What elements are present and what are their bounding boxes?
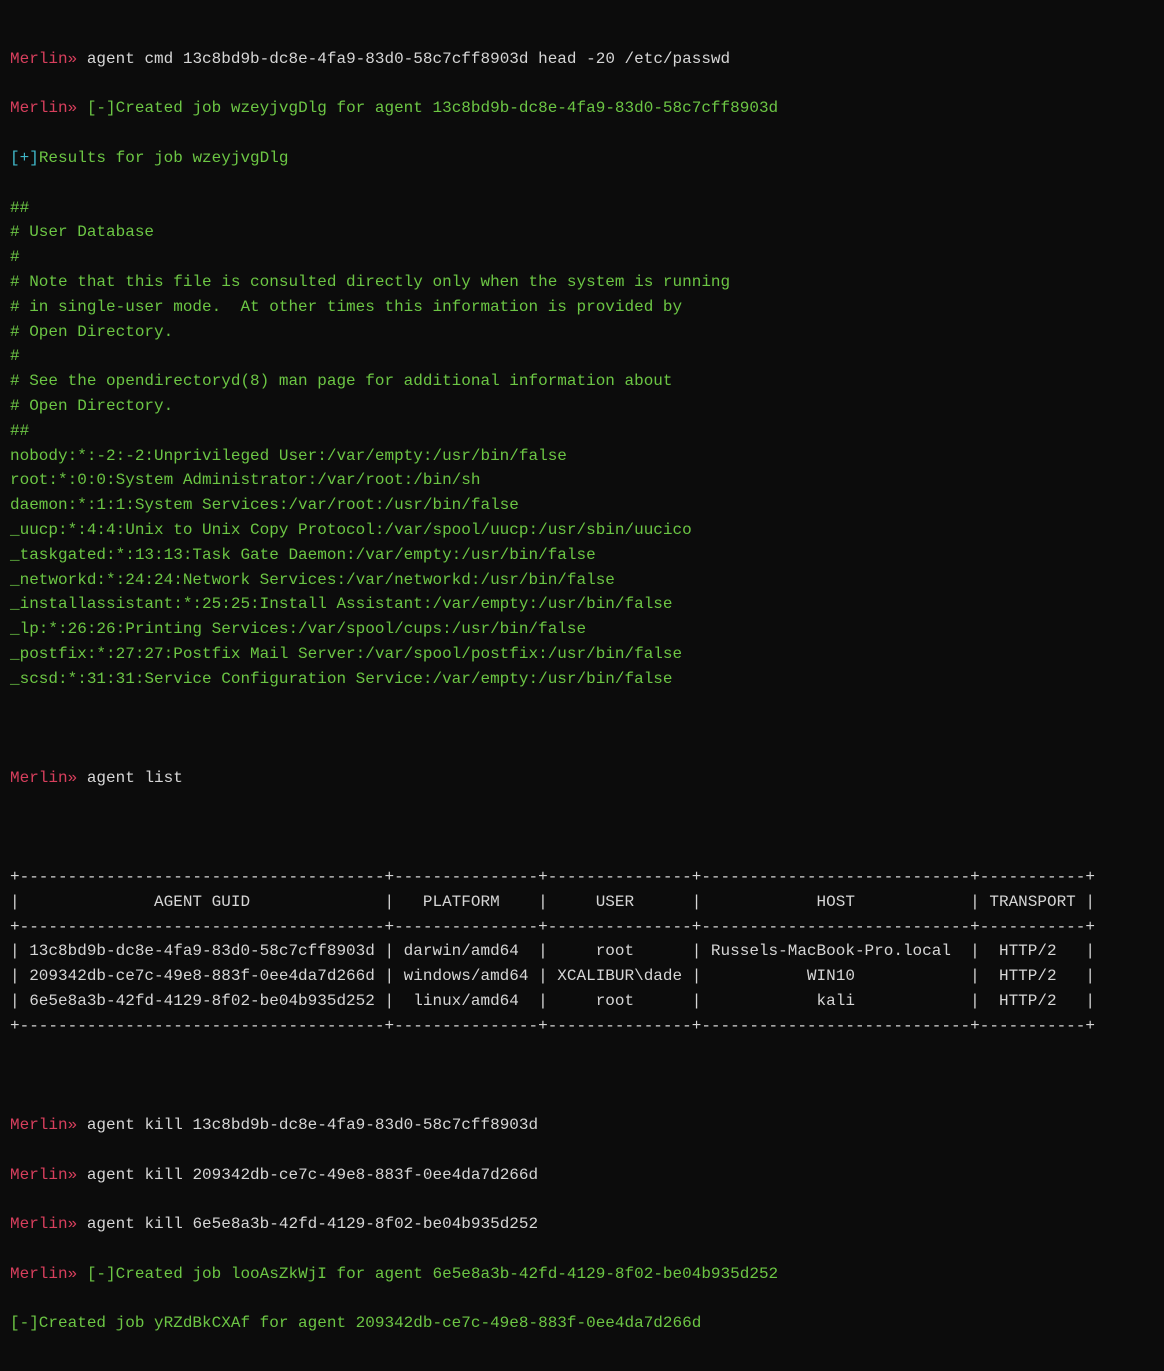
passwd-line: ## bbox=[10, 196, 1154, 221]
line-created3: [-]Created job yRZdBkCXAf for agent 2093… bbox=[10, 1311, 1154, 1336]
prompt: Merlin» bbox=[10, 1116, 77, 1134]
passwd-line: _uucp:*:4:4:Unix to Unix Copy Protocol:/… bbox=[10, 518, 1154, 543]
cmd-kill3: agent kill 6e5e8a3b-42fd-4129-8f02-be04b… bbox=[87, 1215, 538, 1233]
passwd-line: _postfix:*:27:27:Postfix Mail Server:/va… bbox=[10, 642, 1154, 667]
passwd-line: # User Database bbox=[10, 220, 1154, 245]
passwd-line: _scsd:*:31:31:Service Configuration Serv… bbox=[10, 667, 1154, 692]
blank1 bbox=[10, 716, 1154, 741]
line-created2: Merlin» [-]Created job looAsZkWjI for ag… bbox=[10, 1262, 1154, 1287]
passwd-line: root:*:0:0:System Administrator:/var/roo… bbox=[10, 468, 1154, 493]
prompt: Merlin» bbox=[10, 769, 77, 787]
passwd-line: # See the opendirectoryd(8) man page for… bbox=[10, 369, 1154, 394]
line-cmd1: Merlin» agent cmd 13c8bd9b-dc8e-4fa9-83d… bbox=[10, 47, 1154, 72]
passwd-output: ### User Database## Note that this file … bbox=[10, 196, 1154, 692]
table-row: | 209342db-ce7c-49e8-883f-0ee4da7d266d |… bbox=[10, 964, 1154, 989]
blank3 bbox=[10, 1063, 1154, 1088]
line-kill1: Merlin» agent kill 13c8bd9b-dc8e-4fa9-83… bbox=[10, 1113, 1154, 1138]
passwd-line: # Note that this file is consulted direc… bbox=[10, 270, 1154, 295]
passwd-line: # in single-user mode. At other times th… bbox=[10, 295, 1154, 320]
table-border: +--------------------------------------+… bbox=[10, 915, 1154, 940]
table-header: | AGENT GUID | PLATFORM | USER | HOST | … bbox=[10, 890, 1154, 915]
blank2 bbox=[10, 816, 1154, 841]
agent-list-table: +--------------------------------------+… bbox=[10, 865, 1154, 1039]
passwd-line: ## bbox=[10, 419, 1154, 444]
prompt: Merlin» bbox=[10, 99, 77, 117]
created-job-2: [-]Created job looAsZkWjI for agent 6e5e… bbox=[87, 1265, 778, 1283]
line-created1: Merlin» [-]Created job wzeyjvgDlg for ag… bbox=[10, 96, 1154, 121]
cmd-kill2: agent kill 209342db-ce7c-49e8-883f-0ee4d… bbox=[87, 1166, 538, 1184]
passwd-line: daemon:*:1:1:System Services:/var/root:/… bbox=[10, 493, 1154, 518]
table-row: | 13c8bd9b-dc8e-4fa9-83d0-58c7cff8903d |… bbox=[10, 939, 1154, 964]
line-kill3: Merlin» agent kill 6e5e8a3b-42fd-4129-8f… bbox=[10, 1212, 1154, 1237]
line-kill2: Merlin» agent kill 209342db-ce7c-49e8-88… bbox=[10, 1163, 1154, 1188]
prompt: Merlin» bbox=[10, 50, 77, 68]
table-row: | 6e5e8a3b-42fd-4129-8f02-be04b935d252 |… bbox=[10, 989, 1154, 1014]
cmd-agent-list: agent list bbox=[87, 769, 183, 787]
passwd-line: nobody:*:-2:-2:Unprivileged User:/var/em… bbox=[10, 444, 1154, 469]
passwd-line: _installassistant:*:25:25:Install Assist… bbox=[10, 592, 1154, 617]
passwd-line: # Open Directory. bbox=[10, 394, 1154, 419]
prompt: Merlin» bbox=[10, 1265, 77, 1283]
results-plus: [+] bbox=[10, 149, 39, 167]
passwd-line: _networkd:*:24:24:Network Services:/var/… bbox=[10, 568, 1154, 593]
terminal-output[interactable]: Merlin» agent cmd 13c8bd9b-dc8e-4fa9-83d… bbox=[0, 0, 1164, 1371]
table-border: +--------------------------------------+… bbox=[10, 865, 1154, 890]
line-cmd2: Merlin» agent list bbox=[10, 766, 1154, 791]
passwd-line: # bbox=[10, 245, 1154, 270]
passwd-line: # Open Directory. bbox=[10, 320, 1154, 345]
passwd-line: # bbox=[10, 344, 1154, 369]
results-text: Results for job wzeyjvgDlg bbox=[39, 149, 289, 167]
results-header: [+]Results for job wzeyjvgDlg bbox=[10, 146, 1154, 171]
passwd-line: _taskgated:*:13:13:Task Gate Daemon:/var… bbox=[10, 543, 1154, 568]
table-border: +--------------------------------------+… bbox=[10, 1014, 1154, 1039]
prompt: Merlin» bbox=[10, 1215, 77, 1233]
cmd-agent-cmd: agent cmd 13c8bd9b-dc8e-4fa9-83d0-58c7cf… bbox=[87, 50, 730, 68]
prompt: Merlin» bbox=[10, 1166, 77, 1184]
cmd-kill1: agent kill 13c8bd9b-dc8e-4fa9-83d0-58c7c… bbox=[87, 1116, 538, 1134]
created-job-1: [-]Created job wzeyjvgDlg for agent 13c8… bbox=[87, 99, 778, 117]
passwd-line: _lp:*:26:26:Printing Services:/var/spool… bbox=[10, 617, 1154, 642]
